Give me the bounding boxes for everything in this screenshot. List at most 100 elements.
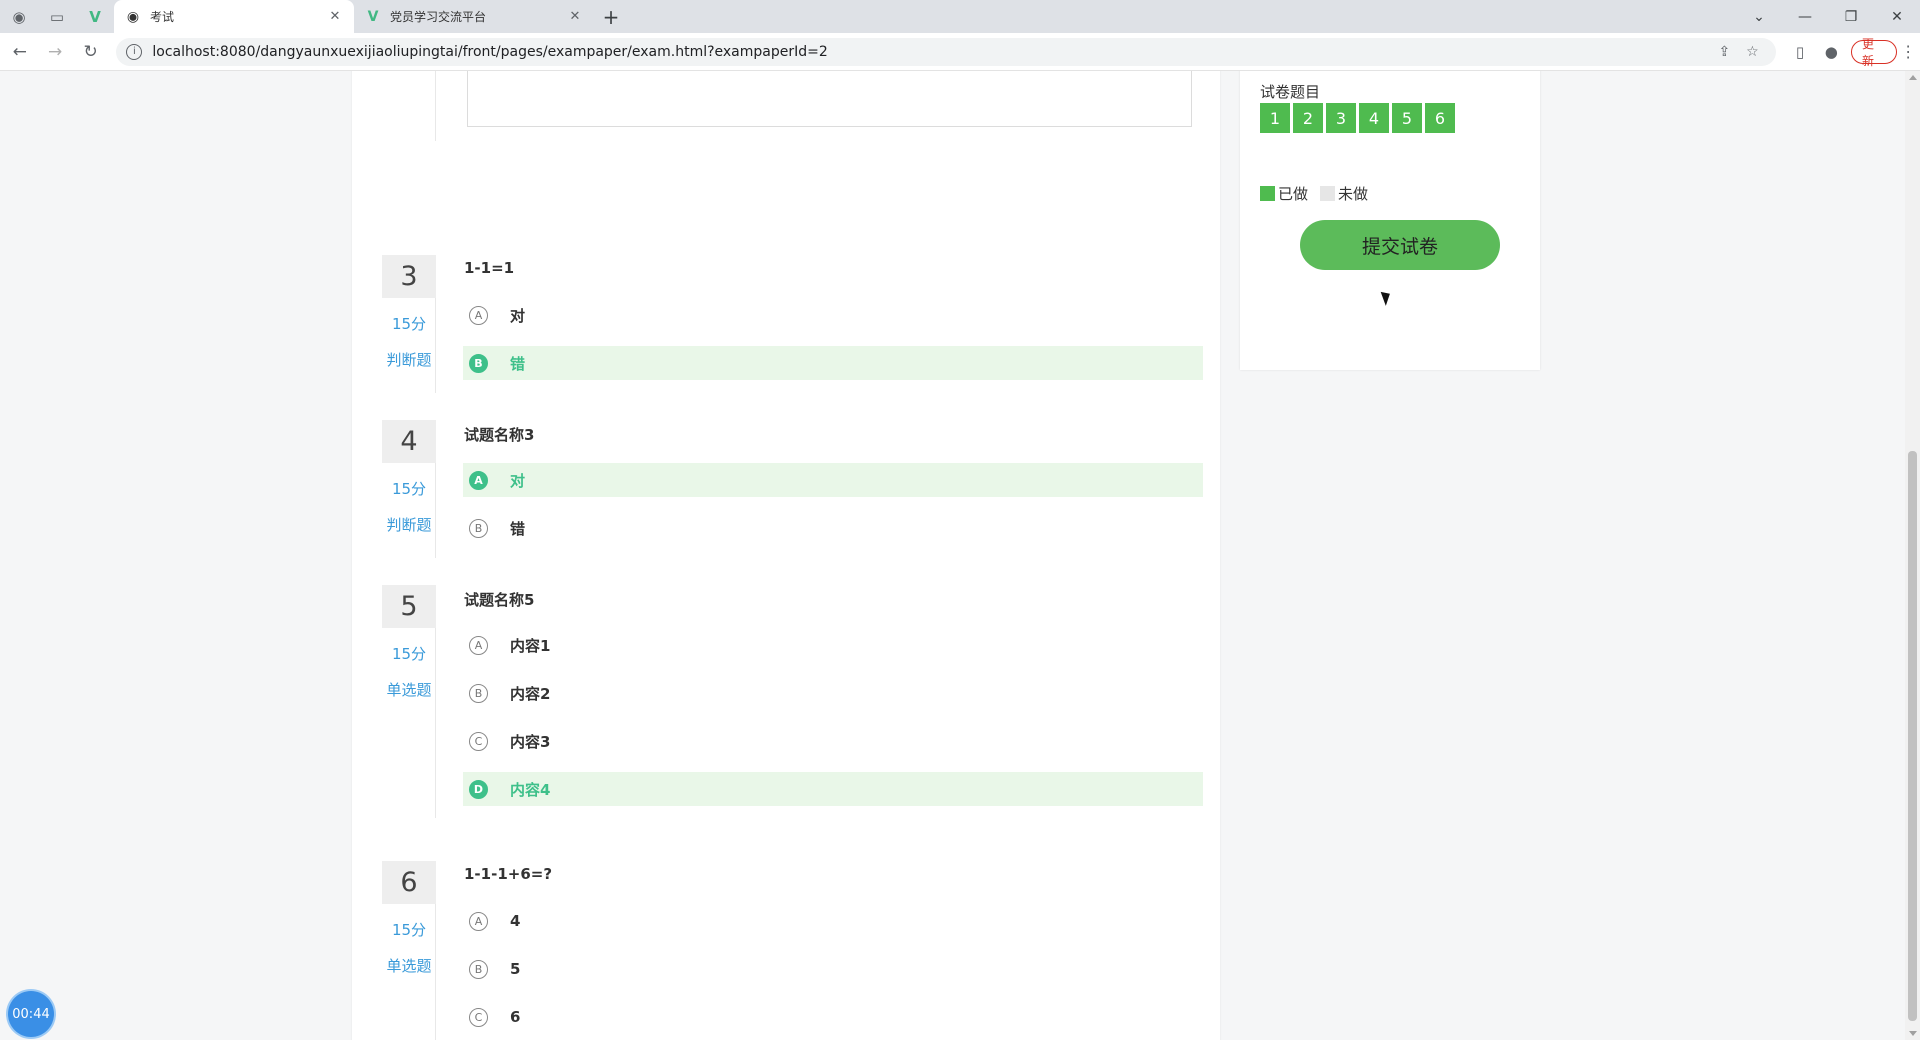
globe-icon: ◉ — [12, 7, 26, 26]
question-type: 单选题 — [386, 957, 432, 975]
new-tab-button[interactable]: + — [594, 0, 628, 33]
option-key: B — [469, 683, 488, 703]
option-c[interactable]: C 内容3 — [463, 724, 1203, 758]
tab-title: 党员学习交流平台 — [390, 10, 487, 24]
option-text: 错 — [510, 354, 526, 373]
todo-swatch — [1320, 186, 1336, 201]
pinned-tab-globe[interactable]: ◉ — [0, 0, 38, 33]
tab-search-icon[interactable]: ⌄ — [1736, 9, 1782, 25]
option-key: C — [469, 731, 488, 751]
question-title: 试题名称5 — [464, 591, 535, 609]
option-a[interactable]: A 对 — [463, 463, 1203, 497]
option-b[interactable]: B 错 — [463, 346, 1203, 380]
question-nav-3[interactable]: 3 — [1326, 103, 1356, 133]
close-icon[interactable]: ✕ — [566, 8, 584, 26]
option-key: A — [469, 911, 488, 931]
arrow-right-icon: → — [48, 41, 63, 62]
legend-todo-label: 未做 — [1338, 185, 1369, 203]
browser-toolbar: ← → ↻ i localhost:8080/dangyaunxuexijiao… — [0, 33, 1920, 71]
browser-tab-strip: ◉ ▭ V ◉ 考试 ✕ V 党员学习交流平台 ✕ + ⌄ — ❐ ✕ — [0, 0, 1920, 33]
option-a[interactable]: A 对 — [463, 298, 1203, 332]
done-swatch — [1260, 186, 1275, 201]
vue-logo-icon: V — [367, 8, 379, 25]
blank-page-icon: ▭ — [49, 7, 65, 26]
tab-title: 考试 — [150, 10, 175, 24]
profile-avatar-icon[interactable]: ● — [1816, 43, 1847, 61]
forward-button[interactable]: → — [39, 36, 70, 68]
close-window-icon[interactable]: ✕ — [1874, 9, 1920, 25]
option-text: 6 — [510, 1008, 521, 1026]
window-controls: ⌄ — ❐ ✕ — [1736, 0, 1920, 33]
scroll-thumb[interactable] — [1908, 451, 1917, 1021]
question-number: 3 — [382, 255, 436, 298]
question-title: 1-1=1 — [464, 259, 515, 277]
page-scrollbar[interactable] — [1905, 71, 1920, 1040]
option-key: D — [469, 779, 488, 799]
tab-exam[interactable]: ◉ 考试 ✕ — [114, 0, 354, 33]
question-score: 15分 — [391, 315, 427, 333]
tab-platform[interactable]: V 党员学习交流平台 ✕ — [354, 0, 594, 33]
option-a[interactable]: A 4 — [463, 904, 1203, 938]
option-c[interactable]: C 6 — [463, 1000, 1203, 1034]
reload-button[interactable]: ↻ — [75, 36, 106, 68]
submit-exam-button[interactable]: 提交试卷 — [1300, 220, 1500, 270]
minimize-icon[interactable]: — — [1782, 9, 1828, 25]
question-nav-1[interactable]: 1 — [1260, 103, 1290, 133]
page-viewport: 3 15分 判断题 1-1=1 A 对 B 错 4 15分 判断题 试题名称3 … — [0, 71, 1905, 1040]
question-score: 15分 — [391, 480, 427, 498]
exam-timer: 00:44 — [8, 991, 54, 1037]
option-text: 对 — [510, 306, 526, 325]
info-icon[interactable]: i — [126, 43, 143, 60]
back-button[interactable]: ← — [4, 36, 35, 68]
restore-icon[interactable]: ❐ — [1828, 9, 1874, 25]
arrow-left-icon: ← — [12, 41, 27, 62]
option-b[interactable]: B 错 — [463, 511, 1203, 545]
pinned-tab-blank[interactable]: ▭ — [38, 0, 76, 33]
question-nav-2[interactable]: 2 — [1293, 103, 1323, 133]
side-panel-icon[interactable]: ▯ — [1784, 43, 1815, 61]
question-score: 15分 — [391, 921, 427, 939]
legend-done-label: 已做 — [1278, 185, 1309, 203]
question-number: 4 — [382, 420, 436, 463]
option-key: C — [469, 1007, 488, 1027]
star-icon[interactable]: ☆ — [1738, 44, 1766, 60]
option-key: B — [469, 518, 488, 538]
card-title: 试卷题目 — [1260, 83, 1321, 101]
url-text: localhost:8080/dangyaunxuexijiaoliupingt… — [152, 43, 828, 60]
option-text: 内容4 — [510, 780, 551, 799]
reload-icon: ↻ — [83, 41, 98, 62]
scroll-up-icon[interactable] — [1909, 75, 1917, 80]
option-key: B — [469, 353, 488, 373]
pinned-tab-vue[interactable]: V — [76, 0, 114, 33]
option-b[interactable]: B 内容2 — [463, 676, 1203, 710]
address-bar[interactable]: i localhost:8080/dangyaunxuexijiaoliupin… — [116, 37, 1777, 66]
close-icon[interactable]: ✕ — [326, 8, 344, 26]
option-text: 错 — [510, 519, 526, 538]
divider — [435, 71, 436, 141]
globe-icon: ◉ — [126, 8, 140, 25]
question-type: 判断题 — [386, 351, 432, 369]
option-text: 对 — [510, 471, 526, 490]
option-a[interactable]: A 内容1 — [463, 628, 1203, 662]
scroll-down-icon[interactable] — [1909, 1031, 1917, 1036]
option-key: A — [469, 305, 488, 325]
option-text: 5 — [510, 960, 521, 978]
update-button[interactable]: 更新 — [1851, 37, 1897, 68]
question-nav-4[interactable]: 4 — [1359, 103, 1389, 133]
question-nav-6[interactable]: 6 — [1425, 103, 1455, 133]
option-text: 内容3 — [510, 732, 551, 751]
option-text: 内容1 — [510, 636, 551, 655]
more-menu-icon[interactable]: ⋮ — [1897, 42, 1920, 61]
question-number: 6 — [382, 861, 436, 904]
question-type: 判断题 — [386, 516, 432, 534]
option-d[interactable]: D 内容4 — [463, 772, 1203, 806]
option-b[interactable]: B 5 — [463, 952, 1203, 986]
option-key: A — [469, 470, 488, 490]
question-nav-card: 试卷题目 1 2 3 4 5 6 已做 未做 提交试卷 — [1240, 71, 1540, 370]
question-nav-5[interactable]: 5 — [1392, 103, 1422, 133]
answer-textarea[interactable] — [467, 71, 1192, 127]
share-icon[interactable]: ⇪ — [1710, 44, 1738, 60]
question-title: 1-1-1+6=? — [464, 865, 553, 883]
question-number-list: 1 2 3 4 5 6 — [1260, 103, 1458, 133]
question-title: 试题名称3 — [464, 426, 535, 444]
